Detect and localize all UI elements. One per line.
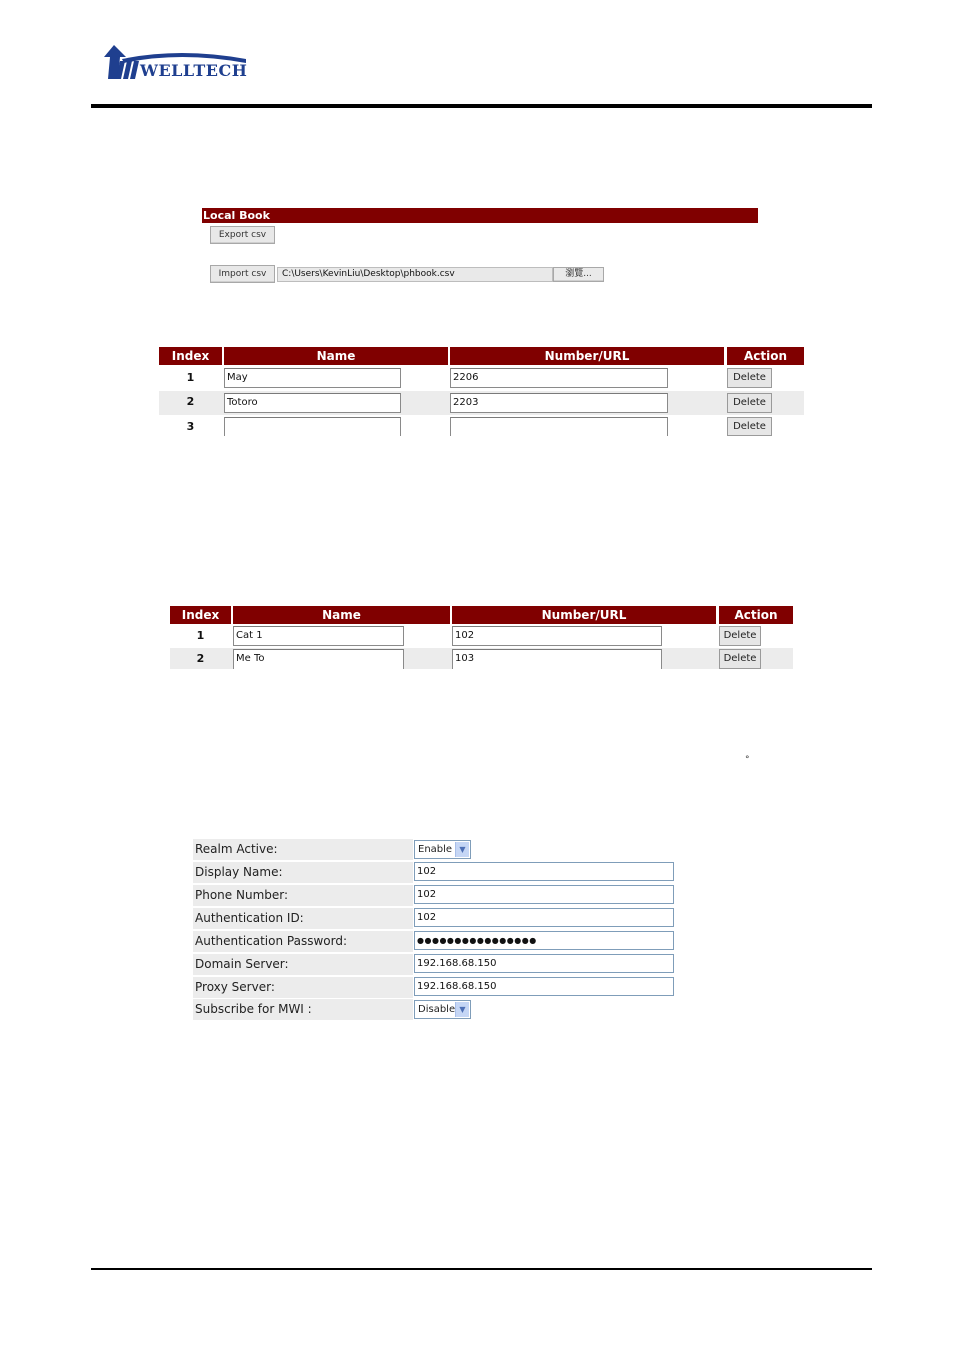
number-input[interactable]: 2206 <box>450 368 668 388</box>
column-header-name: Name <box>224 347 448 365</box>
subscribe-mwi-label: Subscribe for MWI : <box>195 1002 312 1016</box>
name-input[interactable]: Totoro <box>224 393 401 413</box>
realm-active-value: Enable <box>418 844 453 855</box>
display-name-label: Display Name: <box>195 865 283 879</box>
name-input[interactable]: Me To <box>233 649 404 669</box>
logo-text: WELLTECH <box>140 61 248 80</box>
name-input[interactable]: May <box>224 368 401 388</box>
column-header-index: Index <box>170 606 231 624</box>
row-index: 2 <box>196 652 205 665</box>
welltech-logo: WELLTECH <box>100 45 250 85</box>
display-name-input[interactable]: 102 <box>414 862 674 881</box>
phone-number-label: Phone Number: <box>195 888 289 902</box>
number-input[interactable]: 102 <box>452 626 662 646</box>
export-csv-button[interactable]: Export csv <box>210 226 275 244</box>
chevron-down-icon: ▼ <box>455 1002 469 1017</box>
realm-active-label: Realm Active: <box>195 842 278 856</box>
number-input[interactable] <box>450 417 668 436</box>
column-header-name: Name <box>233 606 450 624</box>
row-index: 1 <box>186 371 195 384</box>
column-header-index: Index <box>159 347 222 365</box>
delete-button[interactable]: Delete <box>727 368 772 388</box>
browse-button[interactable]: 瀏覽... <box>553 267 604 282</box>
domain-server-input[interactable]: 192.168.68.150 <box>414 954 674 973</box>
delete-button[interactable]: Delete <box>727 417 772 436</box>
subscribe-mwi-select[interactable]: Disable ▼ <box>414 1000 471 1019</box>
authentication-id-input[interactable]: 102 <box>414 908 674 927</box>
column-header-action: Action <box>727 347 804 365</box>
row-index: 3 <box>186 420 195 433</box>
number-input[interactable]: 2203 <box>450 393 668 413</box>
row-index: 2 <box>186 395 195 408</box>
authentication-id-label: Authentication ID: <box>195 911 304 925</box>
column-header-action: Action <box>719 606 793 624</box>
realm-active-select[interactable]: Enable ▼ <box>414 840 471 859</box>
proxy-server-label: Proxy Server: <box>195 980 275 994</box>
proxy-server-input[interactable]: 192.168.68.150 <box>414 977 674 996</box>
footer-divider <box>91 1268 872 1270</box>
delete-button[interactable]: Delete <box>719 649 761 669</box>
phone-number-input[interactable]: 102 <box>414 885 674 904</box>
delete-button[interactable]: Delete <box>719 626 761 646</box>
domain-server-label: Domain Server: <box>195 957 289 971</box>
authentication-password-input[interactable]: ●●●●●●●●●●●●●●●● <box>414 931 674 950</box>
delete-button[interactable]: Delete <box>727 393 772 413</box>
row-index: 1 <box>196 629 205 642</box>
name-input[interactable] <box>224 417 401 436</box>
column-header-number: Number/URL <box>452 606 716 624</box>
local-book-title-bar: Local Book <box>202 208 758 223</box>
subscribe-mwi-value: Disable <box>418 1004 456 1015</box>
authentication-password-label: Authentication Password: <box>195 934 347 948</box>
stray-degree-mark: ° <box>745 755 750 765</box>
name-input[interactable]: Cat 1 <box>233 626 404 646</box>
chevron-down-icon: ▼ <box>455 842 469 857</box>
number-input[interactable]: 103 <box>452 649 662 669</box>
column-header-number: Number/URL <box>450 347 724 365</box>
import-csv-button[interactable]: Import csv <box>210 265 275 283</box>
import-file-path-input[interactable]: C:\Users\KevinLiu\Desktop\phbook.csv <box>277 267 553 282</box>
header-divider <box>91 104 872 108</box>
